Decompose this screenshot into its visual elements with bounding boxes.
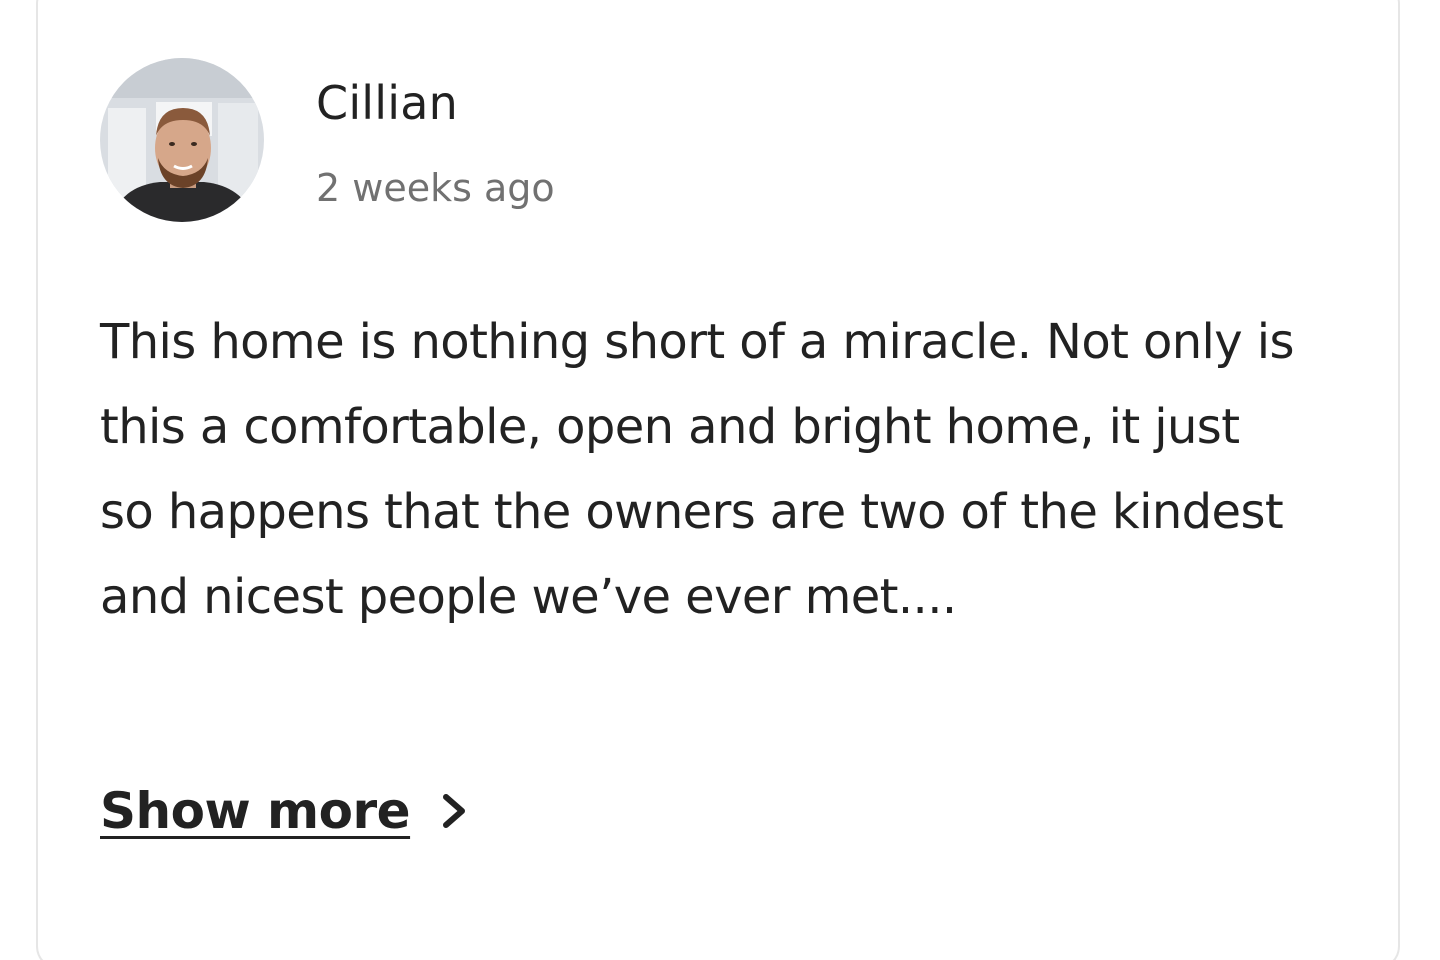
chevron-right-icon bbox=[443, 794, 466, 828]
reviewer-name: Cillian bbox=[316, 76, 458, 130]
reviewer-avatar[interactable] bbox=[100, 58, 264, 222]
review-date: 2 weeks ago bbox=[316, 166, 555, 210]
show-more-label: Show more bbox=[100, 782, 411, 840]
user-avatar-photo-icon bbox=[100, 58, 264, 222]
show-more-button[interactable]: Show more bbox=[100, 782, 470, 840]
review-text: This home is nothing short of a miracle.… bbox=[100, 314, 1295, 625]
page: Cillian 2 weeks ago This home is nothing… bbox=[0, 0, 1440, 960]
